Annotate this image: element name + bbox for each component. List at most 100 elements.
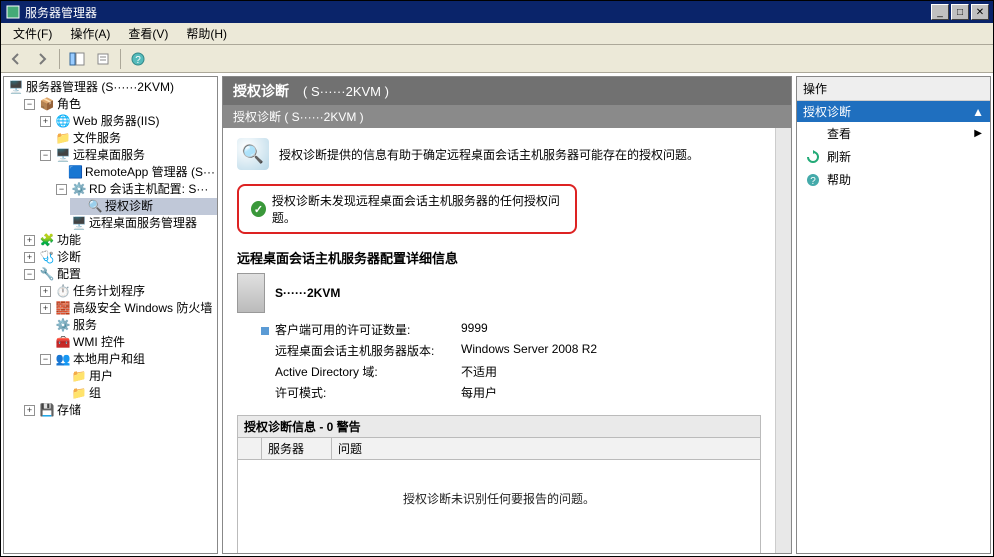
clock-icon: ⏱️ — [55, 284, 71, 300]
tree-firewall[interactable]: + 🧱 高级安全 Windows 防火墙 — [38, 300, 217, 317]
tree-diagnostics[interactable]: + 🩺 诊断 — [22, 249, 217, 266]
svg-text:?: ? — [810, 176, 816, 187]
chevron-up-icon: ▲ — [972, 105, 984, 119]
app-icon — [5, 4, 21, 20]
expand-icon[interactable]: + — [24, 235, 35, 246]
wmi-icon: 🧰 — [55, 335, 71, 351]
expand-icon[interactable]: + — [24, 252, 35, 263]
tree-roles[interactable]: − 📦 角色 — [22, 96, 217, 113]
tree-rds-manager[interactable]: 🖥️ 远程桌面服务管理器 — [54, 215, 217, 232]
tree-label: RemoteApp 管理器 (S··· — [85, 164, 215, 181]
close-button[interactable]: ✕ — [971, 4, 989, 20]
maximize-button[interactable]: □ — [951, 4, 969, 20]
expand-icon[interactable]: + — [40, 116, 51, 127]
window-title: 服务器管理器 — [25, 4, 97, 21]
action-label: 查看 — [827, 125, 851, 142]
tree-storage[interactable]: + 💾 存储 — [22, 402, 217, 419]
roles-icon: 📦 — [39, 97, 55, 113]
expand-icon[interactable]: + — [40, 303, 51, 314]
diag-info-header: 授权诊断信息 - 0 警告 — [237, 415, 761, 438]
tree-config[interactable]: − 🔧 配置 — [22, 266, 217, 283]
tree-features[interactable]: + 🧩 功能 — [22, 232, 217, 249]
server-tower-icon — [237, 273, 265, 313]
refresh-icon — [805, 149, 821, 165]
menu-action[interactable]: 操作(A) — [62, 23, 118, 44]
menu-view[interactable]: 查看(V) — [120, 23, 176, 44]
tree-pane-icon — [69, 52, 85, 66]
collapse-icon[interactable]: − — [40, 354, 51, 365]
tree-pane[interactable]: 🖥️ 服务器管理器 (S······2KVM) − 📦 角色 — [3, 76, 218, 554]
status-box: ✓ 授权诊断未发现远程桌面会话主机服务器的任何授权问题。 — [237, 184, 577, 234]
tree-label: 配置 — [57, 266, 81, 283]
collapse-icon[interactable]: − — [56, 184, 67, 195]
tree-root[interactable]: 🖥️ 服务器管理器 (S······2KVM) — [6, 79, 217, 96]
iis-icon: 🌐 — [55, 114, 71, 130]
actions-section-header[interactable]: 授权诊断 ▲ — [797, 101, 990, 122]
tree-licensing-diagnosis[interactable]: 🔍 授权诊断 — [70, 198, 217, 215]
title-bar: 服务器管理器 _ □ ✕ — [1, 1, 993, 23]
tree-label: 存储 — [57, 402, 81, 419]
gear-icon: ⚙️ — [55, 318, 71, 334]
diag-col-issue[interactable]: 问题 — [332, 438, 760, 459]
features-icon: 🧩 — [39, 233, 55, 249]
expand-icon[interactable]: + — [40, 286, 51, 297]
tree-local-users[interactable]: − 👥 本地用户和组 — [38, 351, 217, 368]
manager-icon: 🖥️ — [71, 216, 87, 232]
tree-label: 本地用户和组 — [73, 351, 145, 368]
tree-wmi[interactable]: 🧰 WMI 控件 — [38, 334, 217, 351]
action-help[interactable]: ? 帮助 — [797, 168, 990, 191]
tree-label: 组 — [89, 385, 101, 402]
kv-license-count-key: 客户端可用的许可证数量: — [261, 321, 461, 338]
menu-help[interactable]: 帮助(H) — [178, 23, 235, 44]
forward-button[interactable] — [31, 48, 53, 70]
content-header: 授权诊断 ( S······2KVM ) — [223, 77, 791, 105]
config-icon: ⚙️ — [71, 182, 87, 198]
diag-col-server[interactable]: 服务器 — [262, 438, 332, 459]
tree-rds[interactable]: − 🖥️ 远程桌面服务 — [38, 147, 217, 164]
tree-label: 任务计划程序 — [73, 283, 145, 300]
diag-col-icon[interactable] — [238, 438, 262, 459]
tree-rdsh-config[interactable]: − ⚙️ RD 会话主机配置: S··· — [54, 181, 217, 198]
menu-file[interactable]: 文件(F) — [5, 23, 60, 44]
action-label: 帮助 — [827, 171, 851, 188]
properties-icon — [96, 52, 110, 66]
toolbar-separator — [59, 49, 60, 69]
back-button[interactable] — [5, 48, 27, 70]
toolbar: ? — [1, 45, 993, 73]
folder-icon: 📁 — [71, 386, 87, 402]
details-grid: 客户端可用的许可证数量: 9999 远程桌面会话主机服务器版本: Windows… — [261, 321, 761, 401]
vertical-scrollbar[interactable] — [775, 128, 791, 553]
tree-web-server[interactable]: + 🌐 Web 服务器(IIS) — [38, 113, 217, 130]
action-view[interactable]: 查看 ▶ — [797, 122, 990, 145]
expand-icon[interactable]: + — [24, 405, 35, 416]
show-hide-tree-button[interactable] — [66, 48, 88, 70]
help-button[interactable]: ? — [127, 48, 149, 70]
collapse-icon[interactable]: − — [24, 99, 35, 110]
action-label: 刷新 — [827, 148, 851, 165]
tree-task-scheduler[interactable]: + ⏱️ 任务计划程序 — [38, 283, 217, 300]
collapse-icon[interactable]: − — [40, 150, 51, 161]
diag-table[interactable]: 服务器 问题 授权诊断未识别任何要报告的问题。 — [237, 438, 761, 553]
tree-label: 文件服务 — [73, 130, 121, 147]
users-icon: 👥 — [55, 352, 71, 368]
ok-check-icon: ✓ — [251, 201, 266, 217]
minimize-button[interactable]: _ — [931, 4, 949, 20]
tree-label: 用户 — [89, 368, 113, 385]
collapse-icon[interactable]: − — [24, 269, 35, 280]
help-icon: ? — [805, 172, 821, 188]
tree-users[interactable]: 📁 用户 — [54, 368, 217, 385]
properties-button[interactable] — [92, 48, 114, 70]
tree-services[interactable]: ⚙️ 服务 — [38, 317, 217, 334]
storage-icon: 💾 — [39, 403, 55, 419]
tree-file-service[interactable]: 📁 文件服务 — [38, 130, 217, 147]
action-refresh[interactable]: 刷新 — [797, 145, 990, 168]
back-arrow-icon — [9, 52, 23, 66]
tree-label: Web 服务器(IIS) — [73, 113, 159, 130]
tree-remoteapp[interactable]: 🟦 RemoteApp 管理器 (S··· — [54, 164, 217, 181]
menu-bar: 文件(F) 操作(A) 查看(V) 帮助(H) — [1, 23, 993, 45]
tree-label: RD 会话主机配置: S··· — [89, 181, 208, 198]
tree-groups[interactable]: 📁 组 — [54, 385, 217, 402]
tree-label: 角色 — [57, 96, 81, 113]
blank-icon — [805, 126, 821, 142]
status-text: 授权诊断未发现远程桌面会话主机服务器的任何授权问题。 — [272, 192, 563, 226]
